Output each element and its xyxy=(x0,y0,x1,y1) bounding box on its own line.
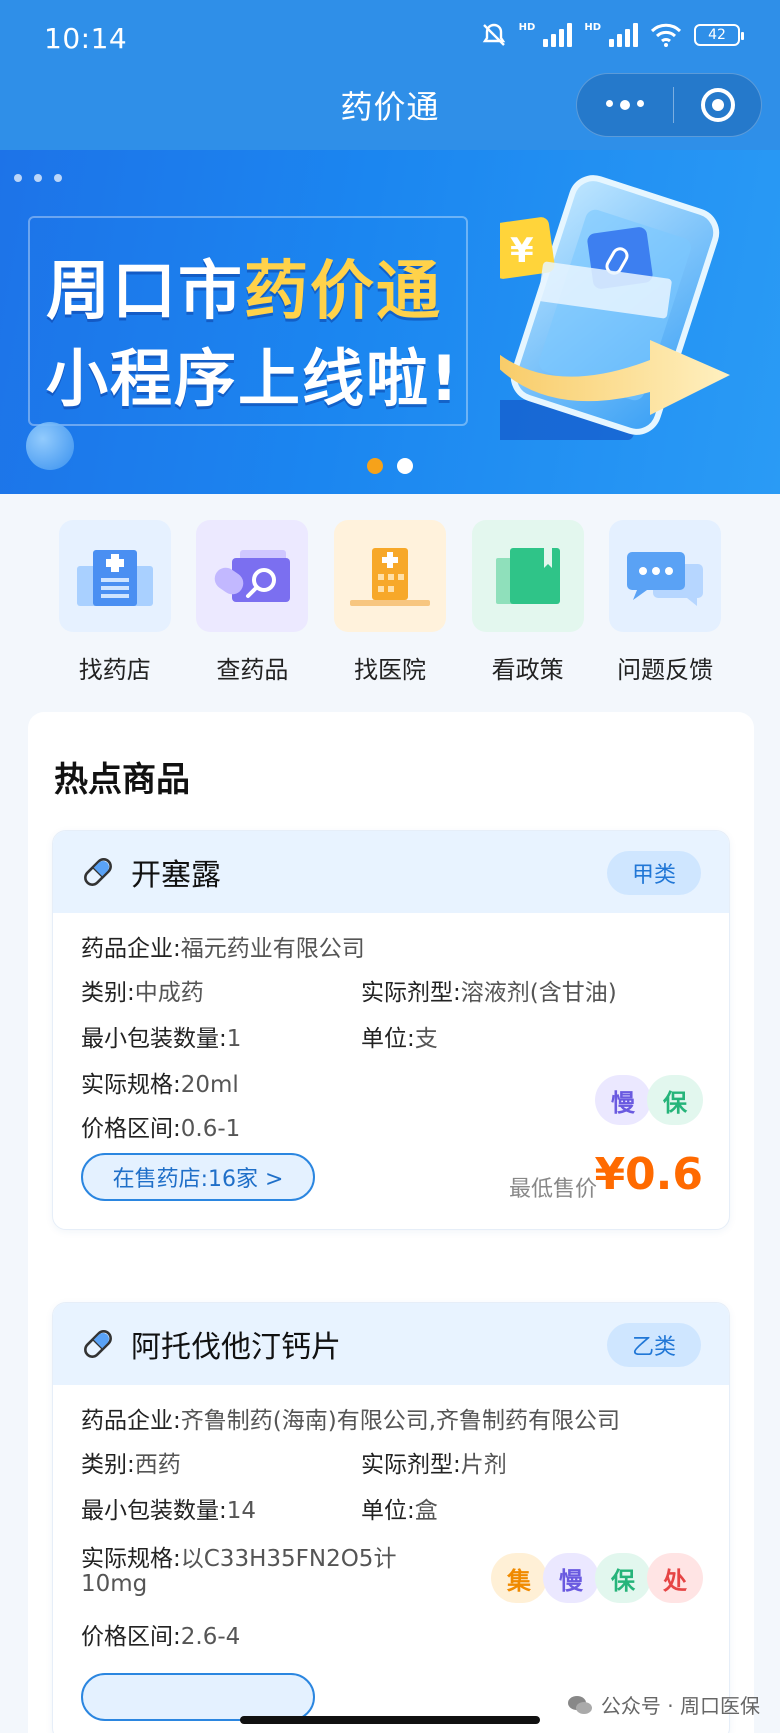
battery-icon: 42 xyxy=(694,24,744,46)
wifi-icon xyxy=(650,23,682,47)
pharmacy-building-icon xyxy=(58,520,171,632)
entry-label: 查药品 xyxy=(216,656,289,684)
product-card[interactable]: 阿托伐他汀钙片 乙类 药品企业:齐鲁制药(海南)有限公司,齐鲁制药有限公司 类别… xyxy=(52,1302,730,1733)
top-bar: 10:14 HD HD 42 药价通 xyxy=(0,0,780,150)
entry-label: 问题反馈 xyxy=(617,656,714,684)
product-card-header: 阿托伐他汀钙片 乙类 xyxy=(53,1303,729,1385)
pill-icon xyxy=(84,858,112,886)
hospital-building-icon xyxy=(333,520,446,632)
tag-chronic: 慢 xyxy=(595,1075,651,1125)
tag-prescription: 处 xyxy=(647,1553,703,1603)
product-card[interactable]: 开塞露 甲类 药品企业:福元药业有限公司 类别:中成药 实际剂型:溶液剂(含甘油… xyxy=(52,830,730,1230)
hd-label-2: HD xyxy=(584,22,601,33)
category-row: 类别:西药 xyxy=(81,1452,181,1478)
dosage-form-row: 实际剂型:片剂 xyxy=(361,1452,507,1478)
tag-insured: 保 xyxy=(647,1075,703,1125)
section-title: 热点商品 xyxy=(54,760,190,800)
feedback-chat-icon xyxy=(609,520,722,632)
price-range-row: 价格区间:2.6-4 xyxy=(81,1624,241,1650)
spec-row: 实际规格:以C33H35FN2O5计 xyxy=(81,1546,397,1572)
min-pack-row: 最小包装数量:1 xyxy=(81,1026,242,1052)
lowest-price-label: 最低售价 xyxy=(508,1177,597,1202)
status-icons: HD HD 42 xyxy=(481,22,744,48)
entry-label: 找药店 xyxy=(78,656,151,684)
miniprogram-capsule xyxy=(576,73,762,137)
spec-row: 实际规格:20ml xyxy=(81,1072,239,1098)
promo-banner[interactable]: 周口市药价通 小程序上线啦! ¥ xyxy=(0,150,780,494)
product-tags: 集 慢 保 处 xyxy=(491,1553,703,1603)
banner-bubble xyxy=(26,422,74,470)
hd-label: HD xyxy=(518,22,536,33)
product-name: 阿托伐他汀钙片 xyxy=(131,1330,341,1365)
wechat-watermark: 公众号 · 周口医保 xyxy=(567,1690,760,1719)
policy-book-icon xyxy=(471,520,584,632)
price-range-row: 价格区间:0.6-1 xyxy=(81,1116,241,1142)
banner-subheadline: 小程序上线啦! xyxy=(46,342,461,415)
yen-symbol: ¥ xyxy=(510,231,534,271)
banner-headline: 周口市药价通 xyxy=(46,255,442,329)
product-card-header: 开塞露 甲类 xyxy=(53,831,729,913)
entry-label: 看政策 xyxy=(491,656,564,684)
entry-find-pharmacy[interactable]: 找药店 xyxy=(58,520,171,685)
banner-decoration-dots xyxy=(14,174,62,182)
entry-view-policy[interactable]: 看政策 xyxy=(471,520,584,685)
category-row: 类别:中成药 xyxy=(81,980,204,1006)
entry-feedback[interactable]: 问题反馈 xyxy=(609,520,722,685)
company-row: 药品企业:福元药业有限公司 xyxy=(81,936,365,962)
phone-illustration-icon: ¥ xyxy=(500,175,730,440)
watermark-text: 公众号 · 周口医保 xyxy=(600,1694,760,1718)
status-time: 10:14 xyxy=(44,22,128,55)
mute-bell-icon xyxy=(482,23,505,46)
dosage-form-row: 实际剂型:溶液剂(含甘油) xyxy=(361,980,617,1006)
unit-row: 单位:盒 xyxy=(361,1498,438,1524)
product-name: 开塞露 xyxy=(131,858,221,893)
home-indicator[interactable] xyxy=(240,1716,540,1724)
pill-icon xyxy=(84,1330,112,1358)
banner-pager xyxy=(367,458,413,474)
hot-products-panel: 热点商品 开塞露 甲类 药品企业:福元药业有限公司 类别:中成药 实际剂型:溶液… xyxy=(28,712,754,1733)
more-menu-button[interactable] xyxy=(577,100,673,110)
medicine-search-icon xyxy=(196,520,309,632)
company-row: 药品企业:齐鲁制药(海南)有限公司,齐鲁制药有限公司 xyxy=(81,1408,621,1434)
insurance-grade-badge: 乙类 xyxy=(607,1323,701,1367)
on-sale-pharmacies-button[interactable] xyxy=(81,1673,315,1721)
min-pack-row: 最小包装数量:14 xyxy=(81,1498,257,1524)
wechat-icon xyxy=(567,1695,592,1714)
tag-centralized-procurement: 集 xyxy=(491,1553,547,1603)
lowest-price: ¥0.6 xyxy=(594,1149,703,1200)
signal-icon xyxy=(543,23,573,47)
entry-label: 找医院 xyxy=(353,656,426,684)
close-miniprogram-button[interactable] xyxy=(674,88,761,122)
unit-row: 单位:支 xyxy=(361,1026,438,1052)
tag-chronic: 慢 xyxy=(543,1553,599,1603)
signal-icon-2 xyxy=(609,23,638,47)
product-tags: 慢 保 xyxy=(595,1075,703,1125)
entry-find-hospital[interactable]: 找医院 xyxy=(333,520,446,685)
insurance-grade-badge: 甲类 xyxy=(607,851,701,895)
entry-search-medicine[interactable]: 查药品 xyxy=(196,520,309,685)
on-sale-pharmacies-button[interactable]: 在售药店:16家 > xyxy=(81,1153,315,1201)
quick-entry-grid: 找药店 查药品 找医院 看政策 问题反馈 xyxy=(0,520,780,685)
spec-row-continued: 10mg xyxy=(81,1571,148,1597)
target-icon xyxy=(700,88,735,122)
tag-insured: 保 xyxy=(595,1553,651,1603)
